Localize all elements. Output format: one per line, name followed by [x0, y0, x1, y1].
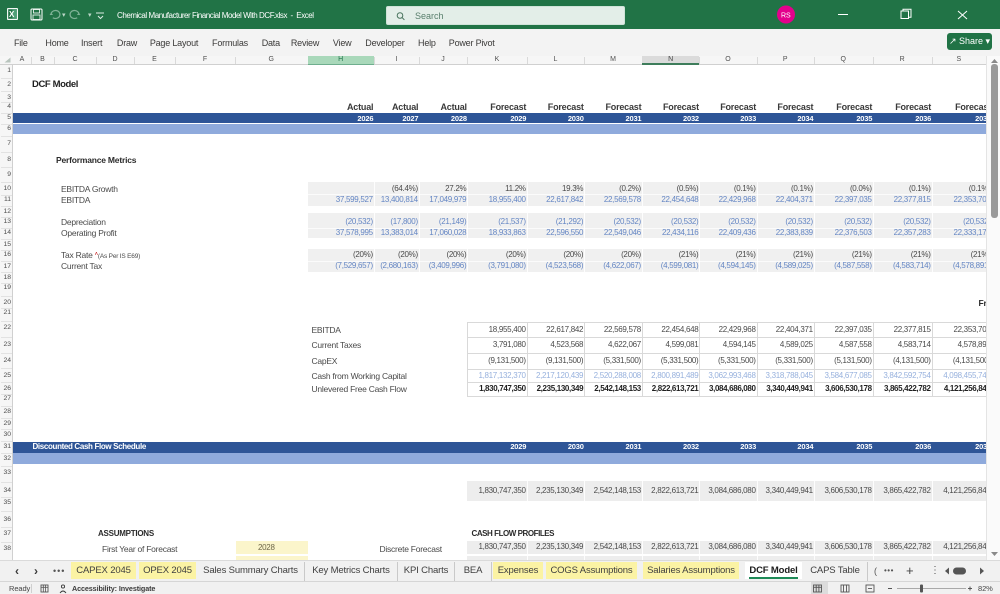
svg-text:▾: ▾ [62, 12, 66, 19]
svg-text:X: X [9, 10, 15, 19]
svg-text:RS: RS [781, 13, 791, 20]
svg-text:▾: ▾ [88, 12, 92, 19]
